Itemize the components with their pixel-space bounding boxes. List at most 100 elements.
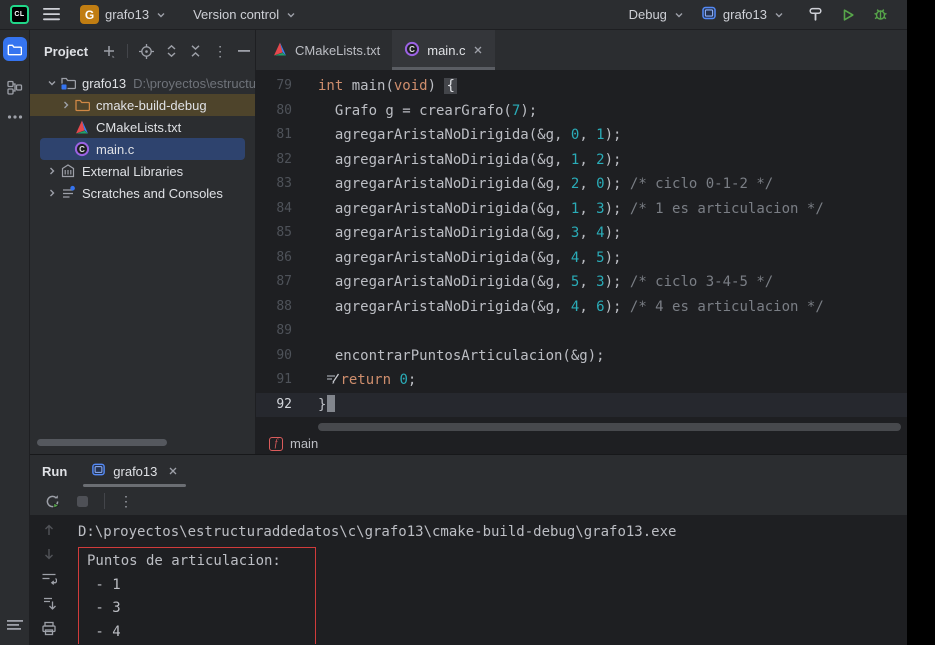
editor-area: CMakeLists.txtCmain.c 79int main(void) {… <box>256 30 907 454</box>
folder-icon <box>7 42 22 57</box>
divider <box>127 44 128 58</box>
editor-tab-cmakelists-txt[interactable]: CMakeLists.txt <box>260 30 392 70</box>
code-line-81[interactable]: 81 agregarAristaNoDirigida(&g, 0, 1); <box>256 123 907 148</box>
tree-item-scratches-and-consoles[interactable]: Scratches and Consoles <box>30 182 255 204</box>
console-output[interactable]: D:\proyectos\estructuraddedatos\c\grafo1… <box>68 515 907 644</box>
stop-button[interactable] <box>75 494 90 509</box>
build-button[interactable] <box>807 6 824 23</box>
locate-file-button[interactable] <box>139 44 154 59</box>
tree-item-label: main.c <box>96 142 134 157</box>
print-button[interactable] <box>41 621 57 636</box>
breadcrumb: f main <box>256 433 907 454</box>
libraries-icon <box>60 163 76 179</box>
close-icon[interactable] <box>168 466 178 476</box>
line-number: 87 <box>256 270 318 295</box>
project-widget[interactable]: G grafo13 <box>80 5 167 24</box>
line-number: 89 <box>256 319 318 344</box>
title-bar: CL G grafo13 Version control Debug <box>0 0 907 30</box>
debug-button[interactable] <box>872 6 889 23</box>
add-button[interactable] <box>102 44 116 58</box>
code-line-90[interactable]: 90 encontrarPuntosArticulacion(&g); <box>256 344 907 369</box>
tree-item-external-libraries[interactable]: External Libraries <box>30 160 255 182</box>
code-line-83[interactable]: 83 agregarAristaNoDirigida(&g, 2, 0); /*… <box>256 172 907 197</box>
code-line-79[interactable]: 79int main(void) { <box>256 74 907 99</box>
tree-item-label: grafo13 <box>82 76 126 91</box>
more-tool-windows-button[interactable] <box>7 114 23 120</box>
code-line-84[interactable]: 84 agregarAristaNoDirigida(&g, 1, 3); /*… <box>256 197 907 222</box>
rerun-button[interactable] <box>44 493 61 510</box>
line-number: 85 <box>256 221 318 246</box>
tree-item-cmakelists-txt[interactable]: CMakeLists.txt <box>30 116 255 138</box>
hide-panel-button[interactable] <box>238 49 250 53</box>
soft-wrap-button[interactable] <box>41 571 57 586</box>
code-text: agregarAristaNoDirigida(&g, 1, 3); /* 1 … <box>318 197 907 222</box>
code-line-89[interactable]: 89 <box>256 319 907 344</box>
code-line-88[interactable]: 88 agregarAristaNoDirigida(&g, 4, 6); /*… <box>256 295 907 320</box>
line-number: 91 <box>256 368 318 393</box>
code-line-85[interactable]: 85 agregarAristaNoDirigida(&g, 3, 4); <box>256 221 907 246</box>
run-options-button[interactable]: ⋮ <box>119 494 133 508</box>
chevron-right-icon[interactable] <box>44 187 60 199</box>
console-toolbar <box>30 515 68 644</box>
console-output-line: Puntos de articulacion: <box>87 550 315 574</box>
structure-tool-window-button[interactable] <box>6 79 23 96</box>
code-editor[interactable]: 79int main(void) {80 Grafo g = crearGraf… <box>256 70 907 421</box>
run-tab-grafo13[interactable]: grafo13 <box>87 455 182 487</box>
code-line-80[interactable]: 80 Grafo g = crearGrafo(7); <box>256 99 907 124</box>
hammer-icon <box>807 6 824 23</box>
code-text: return 0; <box>318 368 907 393</box>
project-panel-options-button[interactable]: ⋮ <box>213 44 227 58</box>
main-menu-button[interactable] <box>43 8 60 21</box>
screenshot-stage: CL G grafo13 Version control Debug <box>0 0 935 645</box>
code-text: encontrarPuntosArticulacion(&g); <box>318 344 907 369</box>
code-text: agregarAristaNoDirigida(&g, 4, 6); /* 4 … <box>318 295 907 320</box>
code-text: agregarAristaNoDirigida(&g, 5, 3); /* ci… <box>318 270 907 295</box>
chevron-right-icon[interactable] <box>58 99 74 111</box>
breadcrumb-item-main[interactable]: main <box>290 436 318 451</box>
code-text: agregarAristaNoDirigida(&g, 1, 2); <box>318 148 907 173</box>
tree-item-main-c[interactable]: Cmain.c <box>40 138 245 160</box>
run-tab-label: grafo13 <box>113 464 157 479</box>
project-panel: Project ⋮ grafo13D:\proyect <box>30 30 256 454</box>
code-text: agregarAristaNoDirigida(&g, 3, 4); <box>318 221 907 246</box>
vcs-widget[interactable]: Version control <box>193 7 297 22</box>
tree-item-grafo13[interactable]: grafo13D:\proyectos\estructu <box>30 72 255 94</box>
scroll-to-end-button[interactable] <box>42 596 57 611</box>
code-line-86[interactable]: 86 agregarAristaNoDirigida(&g, 4, 5); <box>256 246 907 271</box>
code-line-87[interactable]: 87 agregarAristaNoDirigida(&g, 5, 3); /*… <box>256 270 907 295</box>
down-arrow-button[interactable] <box>42 547 56 561</box>
chevron-down-icon[interactable] <box>44 77 60 89</box>
debug-mode-selector[interactable]: Debug <box>629 7 685 22</box>
bottom-stripe-menu-button[interactable] <box>7 620 23 633</box>
run-button[interactable] <box>840 7 856 23</box>
code-line-82[interactable]: 82 agregarAristaNoDirigida(&g, 1, 2); <box>256 148 907 173</box>
project-tree-hscrollbar[interactable] <box>37 439 167 446</box>
chevron-right-icon[interactable] <box>44 165 60 177</box>
console-output-line: - 1 <box>87 574 315 598</box>
tree-item-label: Scratches and Consoles <box>82 186 223 201</box>
scrollbar-thumb[interactable] <box>318 423 901 431</box>
app-window-icon <box>91 462 106 480</box>
project-tool-window-button[interactable] <box>3 37 27 61</box>
collapse-all-button[interactable] <box>189 44 202 58</box>
editor-caret <box>327 395 335 412</box>
cmake-icon <box>272 41 288 60</box>
code-line-91[interactable]: 91 return 0; <box>256 368 907 393</box>
editor-tab-main-c[interactable]: Cmain.c <box>392 30 494 70</box>
editor-hscrollbar[interactable] <box>256 421 907 433</box>
play-icon <box>840 7 856 23</box>
line-number: 80 <box>256 99 318 124</box>
close-icon[interactable] <box>473 45 483 55</box>
line-number: 88 <box>256 295 318 320</box>
structure-icon <box>6 79 23 96</box>
up-arrow-button[interactable] <box>42 523 56 537</box>
console: D:\proyectos\estructuraddedatos\c\grafo1… <box>30 515 907 644</box>
run-configuration-selector[interactable]: grafo13 <box>701 5 785 24</box>
vcs-label: Version control <box>193 7 279 22</box>
console-path-line: D:\proyectos\estructuraddedatos\c\grafo1… <box>78 521 907 544</box>
code-line-92[interactable]: 92} <box>256 393 907 418</box>
code-text <box>318 319 907 344</box>
bug-icon <box>872 6 889 23</box>
expand-all-button[interactable] <box>165 44 178 58</box>
tree-item-cmake-build-debug[interactable]: cmake-build-debug <box>30 94 255 116</box>
